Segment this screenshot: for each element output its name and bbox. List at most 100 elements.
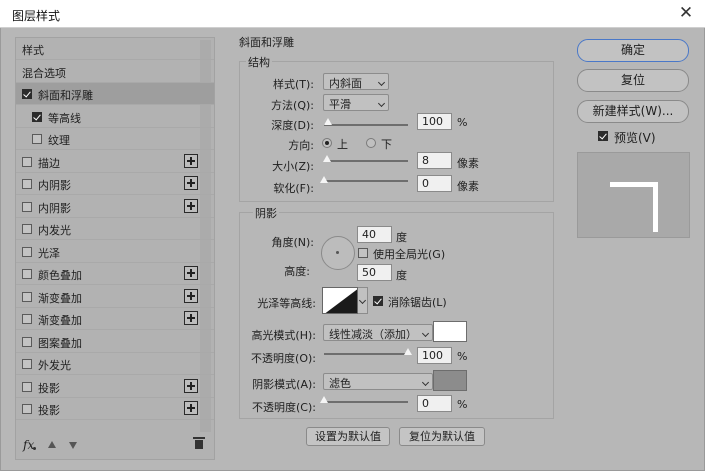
bevel-preview-shape [610, 182, 658, 232]
add-effect-plus-icon[interactable] [184, 153, 198, 168]
add-effect-plus-icon[interactable] [184, 401, 198, 415]
shadow-mode-dropdown[interactable]: 滤色 [323, 373, 433, 390]
add-effect-plus-icon[interactable] [184, 378, 198, 393]
angle-input-value: 40 [362, 228, 376, 241]
style-list-item[interactable]: 斜面和浮雕 [16, 83, 214, 105]
fx-icon[interactable]: fx [23, 438, 34, 452]
arrow-down-icon[interactable] [69, 442, 77, 449]
style-item-checkbox[interactable] [22, 381, 32, 392]
soften-unit: 像素 [457, 180, 479, 193]
add-effect-plus-icon[interactable] [184, 288, 198, 303]
style-list-item[interactable]: 投影 [16, 376, 214, 398]
preview-checkbox[interactable] [598, 131, 608, 141]
global-light-checkbox[interactable] [358, 248, 368, 258]
style-list-item[interactable]: 内发光 [16, 218, 214, 240]
style-list-item[interactable]: 光泽 [16, 241, 214, 263]
style-list-item[interactable]: 渐变叠加 [16, 286, 214, 308]
global-light-label: 使用全局光(G) [373, 248, 446, 261]
shadow-opacity-slider-thumb[interactable] [320, 396, 328, 403]
style-item-checkbox[interactable] [22, 224, 32, 234]
angle-label: 角度(N): [271, 236, 314, 249]
direction-down-label: 下 [381, 138, 392, 151]
style-list-item[interactable]: 等高线 [16, 106, 214, 128]
style-item-checkbox[interactable] [22, 314, 32, 324]
style-list-item[interactable]: 投影 [16, 398, 214, 420]
highlight-opacity-slider-thumb[interactable] [404, 348, 412, 355]
style-item-checkbox[interactable] [22, 291, 32, 302]
size-slider-track[interactable] [324, 160, 408, 162]
style-list-item[interactable]: 颜色叠加 [16, 263, 214, 285]
highlight-opacity-label: 不透明度(O): [251, 352, 316, 365]
new-style-button[interactable]: 新建样式(W)... [577, 100, 689, 123]
style-item-checkbox[interactable] [22, 179, 32, 189]
style-item-label: 投影 [38, 381, 60, 395]
add-effect-plus-icon[interactable] [184, 266, 198, 280]
technique-dropdown[interactable]: 平滑 [323, 94, 389, 111]
style-item-checkbox[interactable] [22, 336, 32, 347]
style-list-item[interactable]: 图案叠加 [16, 331, 214, 353]
depth-slider-track[interactable] [324, 124, 408, 126]
gloss-contour-dropdown[interactable] [358, 287, 368, 314]
highlight-opacity-value: 100 [422, 349, 443, 362]
reset-to-default-button[interactable]: 复位为默认值 [399, 427, 485, 446]
style-item-checkbox[interactable] [22, 404, 32, 414]
make-default-button[interactable]: 设置为默认值 [306, 427, 390, 446]
style-item-checkbox[interactable] [22, 201, 32, 212]
style-item-label: 等高线 [48, 111, 81, 125]
style-list-item[interactable]: 内阴影 [16, 173, 214, 195]
anti-alias-checkbox[interactable] [373, 296, 383, 306]
close-icon[interactable]: ✕ [676, 3, 696, 23]
altitude-input-value: 50 [362, 266, 376, 279]
style-list-item[interactable]: 渐变叠加 [16, 308, 214, 330]
soften-input[interactable]: 0 [417, 175, 452, 192]
angle-input[interactable]: 40 [357, 226, 392, 243]
soften-slider-thumb[interactable] [320, 176, 328, 183]
trash-icon[interactable] [193, 437, 205, 449]
highlight-mode-dropdown[interactable]: 线性减淡（添加） [323, 324, 433, 341]
shadow-opacity-slider-track[interactable] [324, 401, 408, 403]
style-list-item[interactable]: 纹理 [16, 128, 214, 150]
gloss-contour-preview[interactable] [322, 287, 358, 314]
shadow-mode-value: 滤色 [329, 377, 351, 390]
style-list-item[interactable]: 外发光 [16, 353, 214, 375]
style-item-checkbox[interactable] [32, 134, 42, 144]
shadow-color-swatch[interactable] [433, 370, 467, 391]
style-item-checkbox[interactable] [22, 89, 32, 99]
gloss-contour-label: 光泽等高线: [257, 297, 316, 310]
highlight-color-swatch[interactable] [433, 321, 467, 342]
style-item-checkbox[interactable] [22, 156, 32, 167]
style-list-item[interactable]: 混合选项 [16, 61, 214, 83]
ok-button[interactable]: 确定 [577, 39, 689, 62]
highlight-opacity-slider-track[interactable] [324, 353, 408, 355]
direction-down-radio[interactable] [366, 138, 376, 148]
depth-slider-thumb[interactable] [324, 118, 333, 125]
size-slider-thumb[interactable] [322, 155, 331, 162]
style-item-label: 内阴影 [38, 179, 71, 192]
style-item-checkbox[interactable] [22, 269, 32, 279]
style-list-item[interactable]: 描边 [16, 151, 214, 173]
altitude-unit: 度 [396, 269, 407, 282]
style-item-checkbox[interactable] [32, 111, 42, 122]
altitude-label: 高度: [284, 265, 310, 278]
style-list-item[interactable]: 内阴影 [16, 196, 214, 218]
highlight-opacity-input[interactable]: 100 [417, 347, 452, 364]
direction-up-radio[interactable] [322, 138, 332, 148]
add-effect-plus-icon[interactable] [184, 198, 198, 213]
style-dropdown[interactable]: 内斜面 [323, 73, 389, 90]
soften-slider-track[interactable] [324, 180, 408, 182]
arrow-up-icon[interactable] [48, 441, 56, 448]
depth-unit: % [457, 116, 468, 129]
altitude-input[interactable]: 50 [357, 264, 392, 281]
style-item-checkbox[interactable] [22, 359, 32, 369]
style-list-item[interactable]: 样式 [16, 38, 214, 60]
angle-dial-marker [336, 251, 339, 254]
add-effect-plus-icon[interactable] [184, 176, 198, 190]
style-item-label: 样式 [22, 44, 44, 57]
size-input[interactable]: 8 [417, 152, 452, 169]
soften-input-value: 0 [422, 177, 429, 190]
style-item-checkbox[interactable] [22, 246, 32, 257]
shadow-opacity-input[interactable]: 0 [417, 395, 452, 412]
reset-button[interactable]: 复位 [577, 69, 689, 92]
depth-input[interactable]: 100 [417, 113, 452, 130]
add-effect-plus-icon[interactable] [184, 311, 198, 325]
